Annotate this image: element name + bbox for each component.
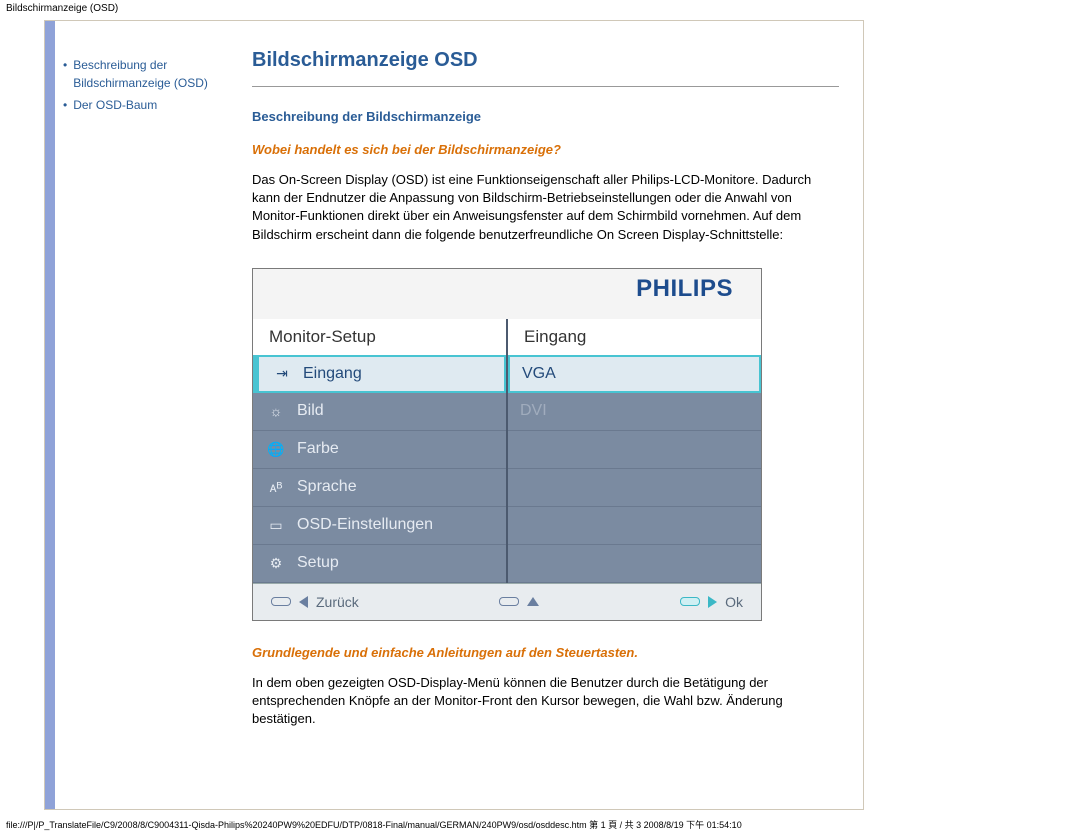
osd-item-label: Setup xyxy=(297,554,339,572)
osd-up-group[interactable] xyxy=(499,597,539,606)
osd-empty-row xyxy=(508,545,761,583)
osd-empty-row xyxy=(508,469,761,507)
gear-icon: ⚙ xyxy=(265,552,287,574)
osd-screenshot: PHILIPS Monitor-Setup Eingang ⇥ Eingang … xyxy=(252,268,762,621)
sidebar: • Beschreibung der Bildschirmanzeige (OS… xyxy=(55,21,240,809)
osd-left-column: ⇥ Eingang ☼ Bild 🌐 Farbe ᴀᴮ Sprache xyxy=(253,355,508,583)
osd-option-label: DVI xyxy=(520,402,547,420)
brightness-icon: ☼ xyxy=(265,400,287,422)
osd-item-sprache[interactable]: ᴀᴮ Sprache xyxy=(253,469,506,507)
osd-back-label: Zurück xyxy=(316,594,359,610)
osd-footer: Zurück Ok xyxy=(253,583,761,620)
osd-item-label: OSD-Einstellungen xyxy=(297,516,433,534)
triangle-up-icon xyxy=(527,597,539,606)
triangle-right-icon xyxy=(708,596,717,608)
osd-back-group[interactable]: Zurück xyxy=(271,594,359,610)
osd-logo-row: PHILIPS xyxy=(253,269,761,319)
osd-right-column: VGA DVI xyxy=(508,355,761,583)
osd-item-osd-einstellungen[interactable]: ▭ OSD-Einstellungen xyxy=(253,507,506,545)
globe-icon: 🌐 xyxy=(265,438,287,460)
osd-item-farbe[interactable]: 🌐 Farbe xyxy=(253,431,506,469)
osd-item-label: Bild xyxy=(297,402,324,420)
philips-logo: PHILIPS xyxy=(636,275,733,303)
osd-ok-label: Ok xyxy=(725,594,743,610)
osd-empty-row xyxy=(508,431,761,469)
osd-header-right: Eingang xyxy=(508,319,761,355)
osd-settings-icon: ▭ xyxy=(265,514,287,536)
main-content: Bildschirmanzeige OSD Beschreibung der B… xyxy=(240,21,863,809)
page-frame: • Beschreibung der Bildschirmanzeige (OS… xyxy=(44,20,864,810)
bullet-icon: • xyxy=(63,96,67,114)
osd-item-label: Eingang xyxy=(303,365,362,383)
browser-tab-title: Bildschirmanzeige (OSD) xyxy=(6,3,118,14)
bullet-icon: • xyxy=(63,56,67,92)
sidebar-item-osd-desc[interactable]: • Beschreibung der Bildschirmanzeige (OS… xyxy=(63,56,232,92)
osd-item-setup[interactable]: ⚙ Setup xyxy=(253,545,506,583)
osd-ok-group[interactable]: Ok xyxy=(680,594,743,610)
triangle-left-icon xyxy=(299,596,308,608)
sidebar-item-osd-tree[interactable]: • Der OSD-Baum xyxy=(63,96,232,114)
osd-item-bild[interactable]: ☼ Bild xyxy=(253,393,506,431)
osd-empty-row xyxy=(508,507,761,545)
osd-option-dvi[interactable]: DVI xyxy=(508,393,761,431)
osd-item-label: Sprache xyxy=(297,478,357,496)
osd-body: ⇥ Eingang ☼ Bild 🌐 Farbe ᴀᴮ Sprache xyxy=(253,355,761,583)
caption-text: Grundlegende und einfache Anleitungen au… xyxy=(252,645,839,660)
page-title: Bildschirmanzeige OSD xyxy=(252,49,839,72)
file-path-footer: file:///P|/P_TranslateFile/C9/2008/8/C90… xyxy=(6,818,742,831)
question-text: Wobei handelt es sich bei der Bildschirm… xyxy=(252,142,839,157)
osd-option-vga[interactable]: VGA xyxy=(508,355,761,393)
osd-header-row: Monitor-Setup Eingang xyxy=(253,319,761,355)
osd-header-left: Monitor-Setup xyxy=(253,319,508,355)
input-icon: ⇥ xyxy=(271,363,293,385)
osd-item-eingang[interactable]: ⇥ Eingang xyxy=(253,355,506,393)
paragraph: In dem oben gezeigten OSD-Display-Menü k… xyxy=(252,674,839,729)
pill-button-icon xyxy=(271,597,291,606)
pill-button-ok-icon xyxy=(680,597,700,606)
left-accent-bar xyxy=(45,21,55,809)
divider xyxy=(252,86,839,87)
sidebar-link-label[interactable]: Beschreibung der Bildschirmanzeige (OSD) xyxy=(73,56,232,92)
osd-item-label: Farbe xyxy=(297,440,339,458)
paragraph: Das On-Screen Display (OSD) ist eine Fun… xyxy=(252,171,839,244)
language-icon: ᴀᴮ xyxy=(265,476,287,498)
osd-option-label: VGA xyxy=(522,365,556,383)
section-heading: Beschreibung der Bildschirmanzeige xyxy=(252,109,839,124)
pill-button-icon xyxy=(499,597,519,606)
sidebar-link-label[interactable]: Der OSD-Baum xyxy=(73,96,157,114)
